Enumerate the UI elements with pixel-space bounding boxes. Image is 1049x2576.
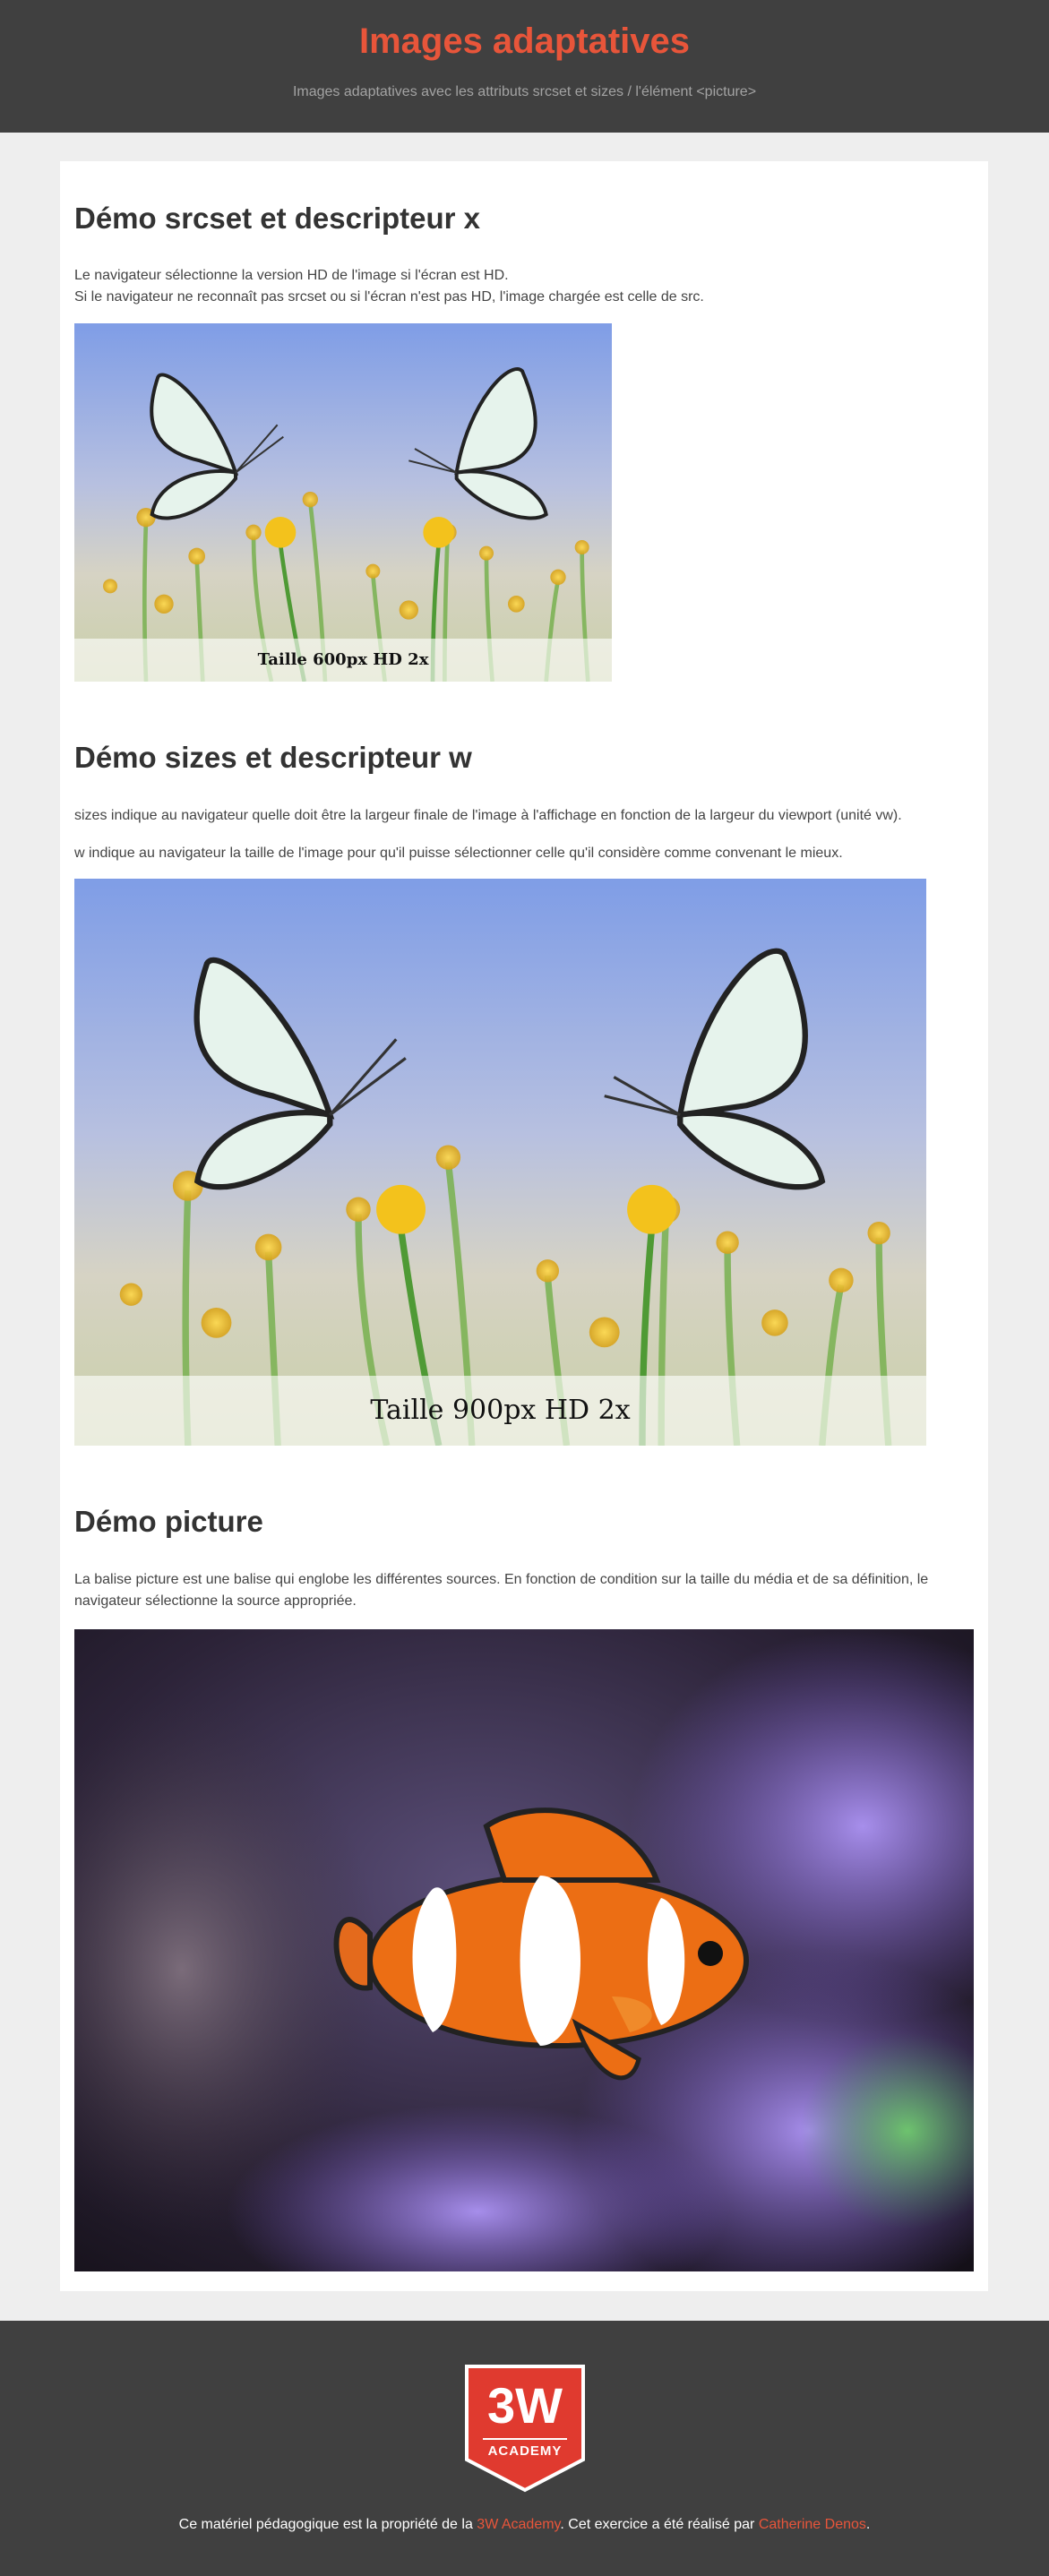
footer-link-catherine-denos[interactable]: Catherine Denos xyxy=(759,2517,866,2532)
site-header: Images adaptatives Images adaptatives av… xyxy=(0,0,1049,133)
butterfly-image-small: Taille 600px HD 2x xyxy=(74,323,612,682)
logo-text-3w: 3W xyxy=(487,2377,563,2434)
page-title: Images adaptatives xyxy=(358,21,691,61)
footer-link-3w-academy[interactable]: 3W Academy xyxy=(477,2517,560,2532)
section-title-picture: Démo picture xyxy=(74,1505,263,1538)
footer-text-before: Ce matériel pédagogique est la propriété… xyxy=(178,2517,477,2532)
section-srcset-text-1: Le navigateur sélectionne la version HD … xyxy=(74,268,509,283)
page-subtitle: Images adaptatives avec les attributs sr… xyxy=(292,84,757,99)
butterfly-image-large: Taille 900px HD 2x xyxy=(74,879,926,1446)
section-srcset-text-2: Si le navigateur ne reconnaît pas srcset… xyxy=(74,289,704,305)
section-title-srcset: Démo srcset et descripteur x xyxy=(74,202,481,235)
logo-divider xyxy=(483,2438,567,2440)
image-caption-600: Taille 600px HD 2x xyxy=(74,639,612,682)
footer-text-middle: . Cet exercice a été réalisé par xyxy=(560,2517,759,2532)
site-footer: 3W ACADEMY Ce matériel pédagogique est l… xyxy=(0,2321,1049,2576)
image-caption-900: Taille 900px HD 2x xyxy=(74,1376,926,1446)
clownfish-image xyxy=(74,1629,974,2271)
3w-academy-logo[interactable]: 3W ACADEMY xyxy=(463,2363,587,2494)
main-content: Démo srcset et descripteur x Le navigate… xyxy=(60,161,988,2291)
section-sizes-text-1: sizes indique au navigateur quelle doit … xyxy=(74,808,902,823)
section-picture-text: La balise picture est une balise qui eng… xyxy=(74,1572,929,1609)
logo-text-academy: ACADEMY xyxy=(487,2443,563,2459)
footer-text-after: . xyxy=(865,2517,871,2532)
section-title-sizes: Démo sizes et descripteur w xyxy=(74,741,472,774)
section-sizes-text-2: w indique au navigateur la taille de l'i… xyxy=(74,846,843,861)
footer-credits: Ce matériel pédagogique est la propriété… xyxy=(0,2517,1049,2533)
